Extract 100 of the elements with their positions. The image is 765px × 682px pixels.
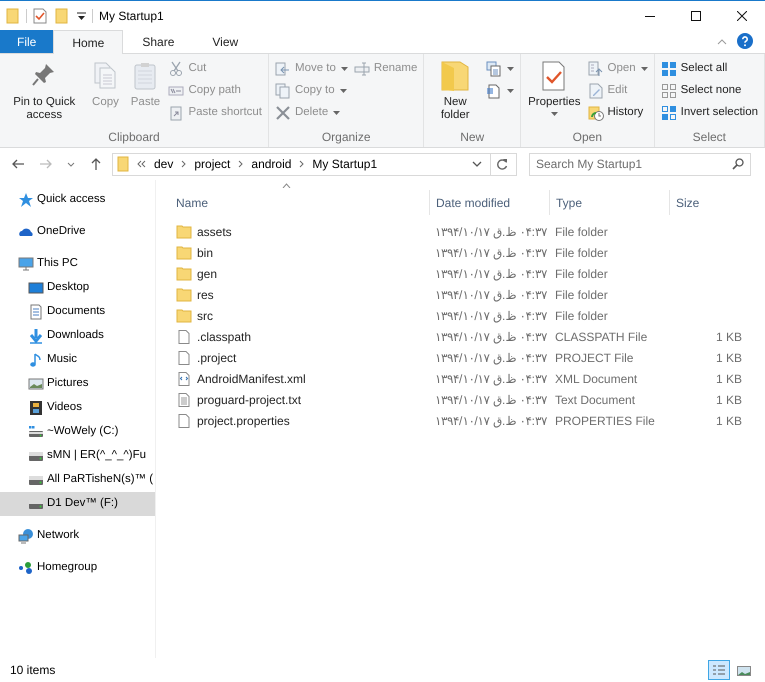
details-view-button[interactable] [708,660,730,680]
copy-to-icon [274,83,291,99]
documents-icon [28,304,44,320]
ribbon-button[interactable]: Select all [658,58,760,80]
item-count: 10 items [10,662,56,679]
sidebar-item[interactable]: OneDrive [0,220,155,244]
size-cell-text: 1 KB [714,370,742,388]
back-icon [11,157,25,171]
window-title: My Startup1 [99,8,164,25]
file-name[interactable]: AndroidManifest.xml [168,370,429,388]
sidebar-item[interactable]: Network [0,524,155,548]
folder-icon [117,156,129,172]
folder-icon [439,60,472,92]
group-label: Clipboard [107,129,161,146]
file-icon [176,350,192,366]
customize-icon[interactable] [77,12,86,20]
size-cell-text: 1 KB [714,412,742,430]
dropdown-icon[interactable] [472,161,482,167]
breadcrumb[interactable]: My Startup1 [312,155,378,173]
folder-icon [6,8,20,24]
download-icon [28,328,44,344]
sidebar-item[interactable]: Quick access [0,188,155,212]
ribbon-button[interactable]: Pin to Quick access [4,58,84,129]
ribbon-tab[interactable]: File [0,30,54,53]
sidebar-item[interactable]: sMN | ER(^_^_^)Fu [0,444,155,468]
breadcrumb[interactable]: project [194,155,230,173]
file-name[interactable]: bin [168,244,429,262]
breadcrumb[interactable]: android [251,155,292,173]
ribbon-button[interactable]: History [586,102,650,124]
type-cell-text: PROPERTIES File [554,412,656,430]
sidebar-item[interactable]: This PC [0,252,155,276]
ribbon-button[interactable]: Select none [658,80,760,102]
easy-access-icon [486,83,502,99]
group-label: Organize [320,129,372,146]
ribbon-tab[interactable]: Home [53,30,124,54]
address-bar[interactable]: dev project android My Startup1 [112,152,517,176]
sidebar-item[interactable]: D1 Dev™ (F:) [0,492,155,516]
breadcrumb[interactable]: dev [154,155,174,173]
column-header[interactable]: Type [549,190,669,215]
sidebar-item[interactable]: Pictures [0,372,155,396]
file-name[interactable]: project.properties [168,412,429,430]
properties-icon[interactable] [33,8,47,24]
chevron-icon[interactable] [181,160,186,168]
sidebar-item[interactable]: All PaRTisheN(s)™ ( [0,468,155,492]
group-label: Open [572,129,604,146]
file-name[interactable]: proguard-project.txt [168,390,429,408]
ribbon-tab[interactable]: Share [123,30,194,53]
file-name[interactable]: .classpath [168,328,429,346]
sidebar-item[interactable]: Downloads [0,324,155,348]
date-cell-text: ۱۳۹۴/۱۰/۱۷ ق.ظ ۰۴:۳۷ [434,244,548,262]
file-name[interactable]: src [168,306,429,324]
new-item-icon [486,61,502,77]
folder-icon [176,244,192,260]
sidebar-item[interactable]: Homegroup [0,556,155,580]
sidebar-item[interactable]: Documents [0,300,155,324]
edit-icon [588,83,604,99]
type-cell-text: File folder [554,308,609,324]
date-cell-text: ۱۳۹۴/۱۰/۱۷ ق.ظ ۰۴:۳۷ [434,224,548,240]
column-header[interactable]: Size [669,190,749,215]
chevron-icon[interactable] [299,160,304,168]
column-header[interactable]: Date modified [429,190,549,215]
close-icon [737,11,747,21]
delete-icon [274,105,291,121]
file-name[interactable]: assets [168,222,429,240]
chevron-icon[interactable] [238,160,244,168]
computer-icon [18,256,34,272]
file-name[interactable]: res [168,286,429,304]
search-icon [732,158,744,170]
desktop-icon [28,280,44,296]
sidebar-item[interactable]: Videos [0,396,155,420]
sidebar-item[interactable]: Desktop [0,276,155,300]
overflow-chevron-icon[interactable] [137,160,146,168]
folder-icon [176,224,192,240]
collapse-ribbon-icon[interactable] [717,39,727,45]
open-icon [588,61,604,77]
ribbon-button[interactable]: Properties [525,58,584,129]
ribbon-button[interactable]: New folder [428,58,482,129]
type-cell-text: Text Document [554,392,636,408]
sidebar-item[interactable]: Music [0,348,155,372]
film-icon [28,400,44,416]
column-header[interactable]: Name [168,190,429,215]
help-icon[interactable] [737,33,753,49]
history-icon [588,105,604,121]
type-cell-text: PROJECT File [554,350,634,366]
recent-locations-icon [67,162,75,166]
network-icon [18,528,34,544]
xml-file-icon [176,370,192,386]
drive-icon [28,424,44,440]
select-all-icon [660,61,677,77]
ribbon-button[interactable]: Invert selection [658,102,760,124]
up-icon [89,157,103,171]
search-field[interactable]: Search My Startup1 [529,152,751,176]
type-cell-text: CLASSPATH File [554,328,648,346]
folder-icon [176,308,192,324]
file-name[interactable]: gen [168,264,429,282]
file-name[interactable]: .project [168,348,429,366]
sidebar-item[interactable]: ~WoWely (C:) [0,420,155,444]
type-cell-text: XML Document [554,370,638,388]
type-cell-text: File folder [554,266,609,282]
ribbon-tab[interactable]: View [193,30,258,53]
